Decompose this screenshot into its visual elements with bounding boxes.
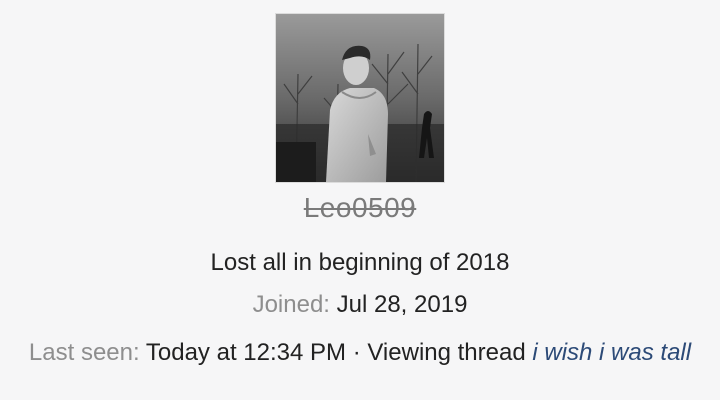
joined-value: Jul 28, 2019 bbox=[336, 291, 468, 318]
last-seen-row: Last seen: Today at 12:34 PM · Viewing t… bbox=[20, 336, 700, 370]
thread-link[interactable]: i wish i was tall bbox=[532, 339, 691, 366]
last-seen-value: Today at 12:34 PM bbox=[145, 339, 347, 366]
avatar-photo bbox=[276, 14, 444, 182]
activity-text: Viewing thread bbox=[367, 339, 526, 366]
username[interactable]: Leo0509 bbox=[0, 188, 720, 228]
joined-row: Joined: Jul 28, 2019 bbox=[0, 288, 720, 322]
member-profile-card: Leo0509 Lost all in beginning of 2018 Jo… bbox=[0, 0, 720, 400]
avatar[interactable] bbox=[276, 14, 444, 182]
joined-label: Joined: bbox=[252, 291, 330, 318]
last-seen-label: Last seen: bbox=[28, 339, 140, 366]
separator: · bbox=[352, 339, 361, 366]
user-title: Lost all in beginning of 2018 bbox=[210, 249, 510, 276]
